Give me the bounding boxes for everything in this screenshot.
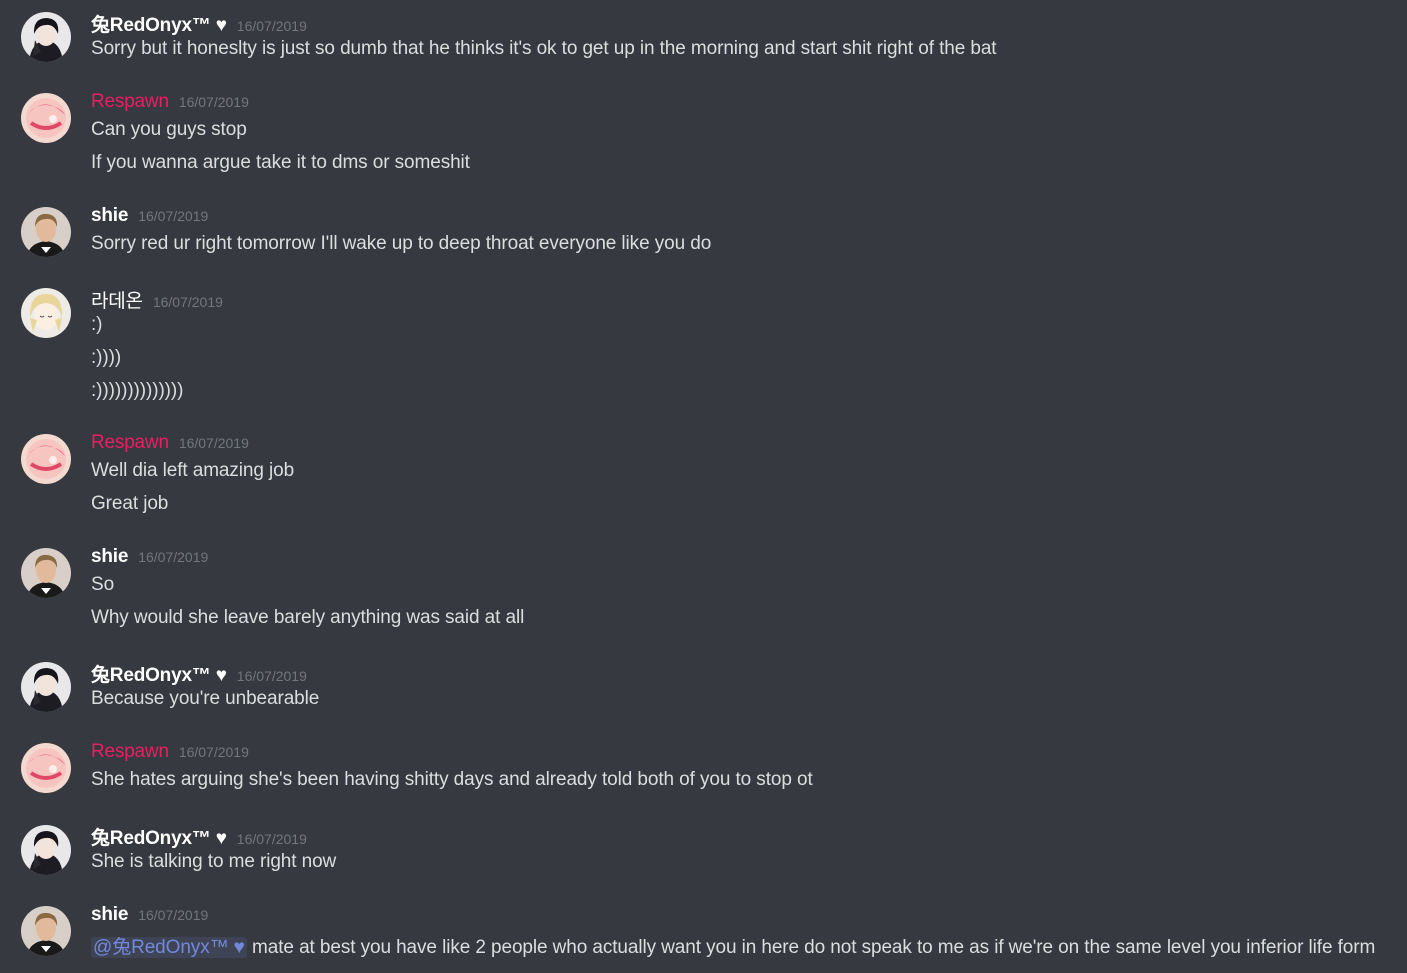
message-text: Sorry but it honeslty is just so dumb th… — [91, 38, 997, 59]
message-text: Great job — [91, 493, 169, 514]
message-text: :)))) — [91, 347, 122, 368]
user-mention[interactable]: @兔RedOnyx™ ♥ — [91, 937, 247, 958]
username[interactable]: 兔RedOnyx™ ♥ — [91, 660, 227, 687]
pink-anime-avatar[interactable] — [21, 93, 71, 143]
timestamp[interactable]: 16/07/2019 — [179, 435, 249, 451]
message-text: Why would she leave barely anything was … — [91, 607, 525, 628]
dark-hair-boy-avatar[interactable] — [21, 825, 71, 875]
username[interactable]: Respawn — [91, 432, 169, 454]
message-header: shie 16/07/2019 — [91, 904, 208, 928]
username[interactable]: Respawn — [91, 91, 169, 113]
timestamp[interactable]: 16/07/2019 — [153, 294, 223, 310]
message-text: :) — [91, 314, 103, 335]
message-header: 兔RedOnyx™ ♥ 16/07/2019 — [91, 823, 307, 850]
dark-hair-boy-avatar[interactable] — [21, 12, 71, 62]
message-text: Sorry red ur right tomorrow I'll wake up… — [91, 233, 712, 254]
young-man-photo-avatar[interactable] — [21, 548, 71, 598]
message-header: Respawn 16/07/2019 — [91, 91, 249, 115]
chat-message-list: 兔RedOnyx™ ♥ 16/07/2019 Sorry but it hone… — [0, 0, 1407, 973]
message-header: 兔RedOnyx™ ♥ 16/07/2019 — [91, 660, 307, 687]
timestamp[interactable]: 16/07/2019 — [237, 18, 307, 34]
message-text-body: mate at best you have like 2 people who … — [252, 937, 1376, 958]
message-header: 라데온 16/07/2019 — [91, 286, 223, 313]
message-header: shie 16/07/2019 — [91, 205, 208, 229]
username[interactable]: shie — [91, 546, 128, 568]
username[interactable]: shie — [91, 904, 128, 926]
message-text: Well dia left amazing job — [91, 460, 295, 481]
username[interactable]: 兔RedOnyx™ ♥ — [91, 823, 227, 850]
young-man-photo-avatar[interactable] — [21, 906, 71, 956]
timestamp[interactable]: 16/07/2019 — [179, 94, 249, 110]
message-header: Respawn 16/07/2019 — [91, 741, 249, 765]
pink-anime-avatar[interactable] — [21, 743, 71, 793]
message-text: If you wanna argue take it to dms or som… — [91, 152, 470, 173]
message-text: :)))))))))))))) — [91, 380, 184, 401]
young-man-photo-avatar[interactable] — [21, 207, 71, 257]
dark-hair-boy-avatar[interactable] — [21, 662, 71, 712]
message-text: @兔RedOnyx™ ♥ mate at best you have like … — [91, 932, 1375, 959]
message-header: Respawn 16/07/2019 — [91, 432, 249, 456]
message-text: She is talking to me right now — [91, 851, 337, 872]
timestamp[interactable]: 16/07/2019 — [179, 744, 249, 760]
message-text: Because you're unbearable — [91, 688, 320, 709]
timestamp[interactable]: 16/07/2019 — [138, 907, 208, 923]
pink-anime-avatar[interactable] — [21, 434, 71, 484]
message-header: shie 16/07/2019 — [91, 546, 208, 570]
message-text: Can you guys stop — [91, 119, 247, 140]
timestamp[interactable]: 16/07/2019 — [138, 549, 208, 565]
timestamp[interactable]: 16/07/2019 — [138, 208, 208, 224]
username[interactable]: 兔RedOnyx™ ♥ — [91, 10, 227, 37]
timestamp[interactable]: 16/07/2019 — [237, 831, 307, 847]
message-header: 兔RedOnyx™ ♥ 16/07/2019 — [91, 10, 307, 37]
timestamp[interactable]: 16/07/2019 — [237, 668, 307, 684]
username[interactable]: 라데온 — [91, 286, 143, 313]
blonde-anime-avatar[interactable] — [21, 288, 71, 338]
message-text: She hates arguing she's been having shit… — [91, 769, 813, 790]
message-text: So — [91, 574, 115, 595]
username[interactable]: shie — [91, 205, 128, 227]
username[interactable]: Respawn — [91, 741, 169, 763]
